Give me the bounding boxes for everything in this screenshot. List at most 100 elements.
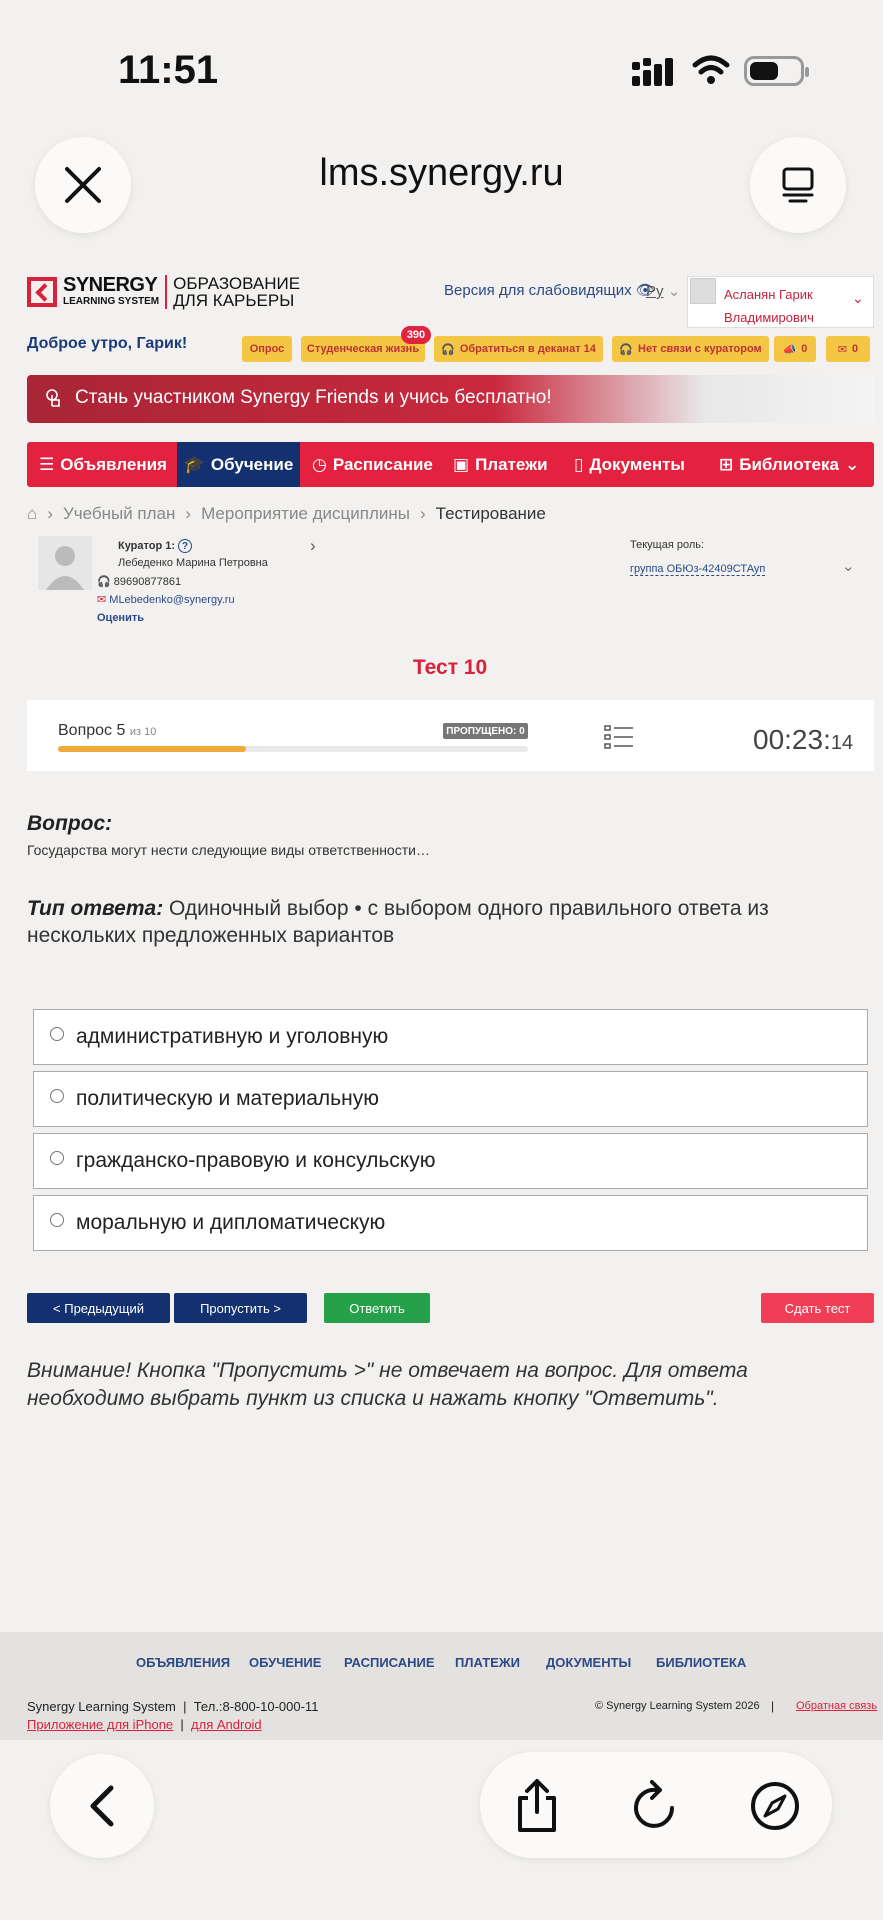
answer-option-1[interactable]: административную и уголовную xyxy=(33,1009,868,1065)
chevron-down-icon[interactable]: ⌄ xyxy=(852,290,864,307)
footer-nav-announcements[interactable]: ОБЪЯВЛЕНИЯ xyxy=(136,1655,230,1670)
question-progress xyxy=(58,746,528,752)
back-button[interactable] xyxy=(50,1754,154,1858)
skipped-badge: ПРОПУЩЕНО: 0 xyxy=(443,723,528,739)
nav-learning[interactable]: 🎓 Обучение xyxy=(177,442,300,487)
skip-button[interactable]: Пропустить > xyxy=(174,1293,307,1323)
book-icon: ⊞ xyxy=(719,454,734,474)
curator-contact-button[interactable]: 🎧 Нет связи с куратором xyxy=(612,336,769,362)
curator-name: Лебеденко Марина Петровна xyxy=(118,557,268,569)
breadcrumb: ⌂ › Учебный план › Мероприятие дисциплин… xyxy=(27,504,546,524)
low-vision-version-link[interactable]: Версия для слабовидящих 👁 xyxy=(444,281,655,299)
nav-library[interactable]: ⊞ Библиотека ⌄ xyxy=(719,442,859,487)
rate-curator-link[interactable]: Оценить xyxy=(97,612,144,624)
pointer-hand-icon xyxy=(46,389,60,407)
answer-button[interactable]: Ответить xyxy=(324,1293,430,1323)
question-counter: Вопрос 5 из 10 xyxy=(58,722,157,739)
curator-phone: 🎧 89690877861 xyxy=(97,576,182,588)
chevron-down-icon: ⌄ xyxy=(844,454,860,474)
reader-icon xyxy=(782,167,814,203)
question-text: Государства могут нести следующие виды о… xyxy=(27,842,430,858)
radio-button[interactable] xyxy=(50,1089,64,1103)
chevron-right-icon[interactable]: › xyxy=(310,536,316,556)
logo-line1: SYNERGY xyxy=(63,274,158,296)
list-icon: ☰ xyxy=(39,454,55,474)
mail-button[interactable]: ✉ 0 xyxy=(826,336,870,362)
low-vision-label: Версия для слабовидящих xyxy=(444,282,632,299)
banner-text: Стань участником Synergy Friends и учись… xyxy=(75,387,552,408)
feedback-link[interactable]: Обратная связь xyxy=(796,1700,877,1712)
help-icon[interactable]: ? xyxy=(178,539,193,553)
footer-company-line: Synergy Learning System | Тел.:8-800-10-… xyxy=(27,1699,319,1714)
document-icon: ▯ xyxy=(574,454,584,474)
breadcrumb-current: Тестирование xyxy=(435,504,546,523)
reload-icon xyxy=(634,1780,674,1828)
android-app-link[interactable]: для Android xyxy=(191,1717,262,1732)
question-list-icon[interactable] xyxy=(604,724,634,750)
graduation-cap-icon: 🎓 xyxy=(183,454,205,474)
student-life-badge: 390 xyxy=(401,326,431,344)
headset-icon: 🎧 xyxy=(619,343,633,356)
chevron-down-icon[interactable]: ⌄ xyxy=(842,557,855,575)
survey-button[interactable]: Опрос xyxy=(242,336,292,362)
footer-separator: | xyxy=(771,1699,775,1713)
footer-nav-payments[interactable]: ПЛАТЕЖИ xyxy=(455,1655,520,1670)
test-title: Тест 10 xyxy=(412,656,488,679)
footer-nav-schedule[interactable]: РАСПИСАНИЕ xyxy=(344,1655,435,1670)
radio-button[interactable] xyxy=(50,1027,64,1041)
nav-announcements[interactable]: ☰ Объявления xyxy=(39,442,167,487)
footer-copyright: © Synergy Learning System 2026 xyxy=(595,1700,760,1712)
footer-nav-documents[interactable]: ДОКУМЕНТЫ xyxy=(546,1655,631,1670)
wifi-icon xyxy=(692,55,730,84)
answer-option-2[interactable]: политическую и материальную xyxy=(33,1071,868,1127)
synergy-logo[interactable]: SYNERGY LEARNING SYSTEM ОБРАЗОВАНИЕ ДЛЯ … xyxy=(27,272,300,312)
chevron-down-icon: ⌄ xyxy=(667,283,681,300)
role-select[interactable]: группа ОБЮз-42409СТАуп xyxy=(630,563,766,576)
payment-icon: ▣ xyxy=(453,454,470,474)
home-icon[interactable]: ⌂ xyxy=(27,504,37,524)
timer: 00:23:14 xyxy=(753,724,854,755)
radio-button[interactable] xyxy=(50,1151,64,1165)
breadcrumb-plan[interactable]: Учебный план xyxy=(63,504,175,524)
promo-button[interactable]: 📣 0 xyxy=(774,336,816,362)
iphone-app-link[interactable]: Приложение для iPhone xyxy=(27,1717,173,1732)
dean-office-button[interactable]: 🎧 Обратиться в деканат 14 xyxy=(434,336,603,362)
logo-line2: LEARNING SYSTEM xyxy=(63,296,160,307)
avatar xyxy=(690,278,716,304)
curator-avatar xyxy=(38,536,92,590)
submit-test-button[interactable]: Сдать тест xyxy=(761,1293,874,1323)
megaphone-icon: 📣 xyxy=(782,343,797,356)
share-icon xyxy=(518,1779,556,1832)
nav-schedule[interactable]: ◷ Расписание xyxy=(312,442,433,487)
radio-button[interactable] xyxy=(50,1213,64,1227)
footer-app-links: Приложение для iPhone | для Android xyxy=(27,1717,262,1732)
skip-warning-note: Внимание! Кнопка "Пропустить >" не отвеч… xyxy=(27,1359,748,1410)
nav-payments[interactable]: ▣ Платежи xyxy=(453,442,548,487)
footer-nav-library[interactable]: БИБЛИОТЕКА xyxy=(656,1655,746,1670)
breadcrumb-event[interactable]: Мероприятие дисциплины xyxy=(201,504,410,524)
answer-type: Тип ответа: Одиночный выбор • с выбором … xyxy=(27,897,769,947)
tabs-menu-button[interactable] xyxy=(750,137,846,233)
chevron-left-icon xyxy=(90,1785,114,1827)
language-value: Ру xyxy=(646,283,664,300)
user-name: Асланян Гарик Владимирович xyxy=(724,287,814,325)
share-button[interactable] xyxy=(512,1778,562,1839)
clock-icon: ◷ xyxy=(312,454,327,474)
curator-email[interactable]: ✉ MLebedenko@synergy.ru xyxy=(97,593,235,606)
curator-label: Куратор 1: ? xyxy=(118,539,193,553)
synergy-friends-banner[interactable]: Стань участником Synergy Friends и учись… xyxy=(27,375,874,423)
reload-button[interactable] xyxy=(630,1780,680,1837)
answer-option-3[interactable]: гражданско-правовую и консульскую xyxy=(33,1133,868,1189)
answer-option-4[interactable]: моральную и дипломатическую xyxy=(33,1195,868,1251)
signal-icon xyxy=(632,58,673,86)
main-nav: ☰ Объявления 🎓 Обучение ◷ Расписание ▣ Плате… xyxy=(27,442,874,487)
compass-icon xyxy=(751,1782,799,1830)
mail-icon: ✉ xyxy=(837,343,848,356)
language-select[interactable]: Ру ⌄ xyxy=(646,282,680,300)
footer-nav-learning[interactable]: ОБУЧЕНИЕ xyxy=(249,1655,321,1670)
safari-compass-button[interactable] xyxy=(749,1780,801,1837)
previous-button[interactable]: < Предыдущий xyxy=(27,1293,170,1323)
nav-documents[interactable]: ▯ Документы xyxy=(574,442,685,487)
mail-icon: ✉ xyxy=(97,594,107,606)
headset-icon: 🎧 xyxy=(441,343,455,356)
